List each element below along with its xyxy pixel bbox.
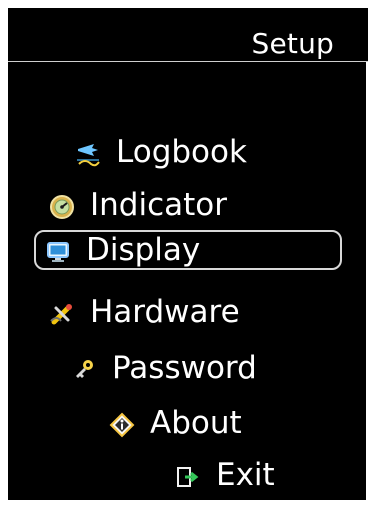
menu-item-exit[interactable]: Exit xyxy=(174,455,275,495)
hardware-icon xyxy=(48,298,76,326)
menu-item-indicator[interactable]: Indicator xyxy=(48,185,227,225)
menu-item-logbook[interactable]: Logbook xyxy=(74,132,247,172)
menu-item-password-label: Password xyxy=(112,350,257,386)
indicator-icon xyxy=(48,191,76,219)
menu-item-display[interactable]: Display xyxy=(34,230,342,270)
menu-item-password[interactable]: Password xyxy=(70,348,257,388)
page-title: Setup xyxy=(251,27,334,60)
exit-icon xyxy=(174,461,202,489)
menu-item-hardware[interactable]: Hardware xyxy=(48,292,240,332)
menu-item-display-label: Display xyxy=(86,232,201,268)
menu-item-logbook-label: Logbook xyxy=(116,134,247,170)
menu-item-hardware-label: Hardware xyxy=(90,294,240,330)
right-scroll-line xyxy=(366,62,368,500)
display-icon xyxy=(44,236,72,264)
about-icon xyxy=(108,409,136,438)
title-divider xyxy=(8,61,368,62)
setup-screen: Setup Logbook Indicator Display Hardware… xyxy=(8,8,368,500)
menu-item-about-label: About xyxy=(150,405,242,441)
menu-item-indicator-label: Indicator xyxy=(90,187,227,223)
menu-item-about[interactable]: About xyxy=(108,403,242,443)
password-icon xyxy=(70,354,98,382)
logbook-icon xyxy=(74,138,102,167)
menu-item-exit-label: Exit xyxy=(216,457,275,493)
